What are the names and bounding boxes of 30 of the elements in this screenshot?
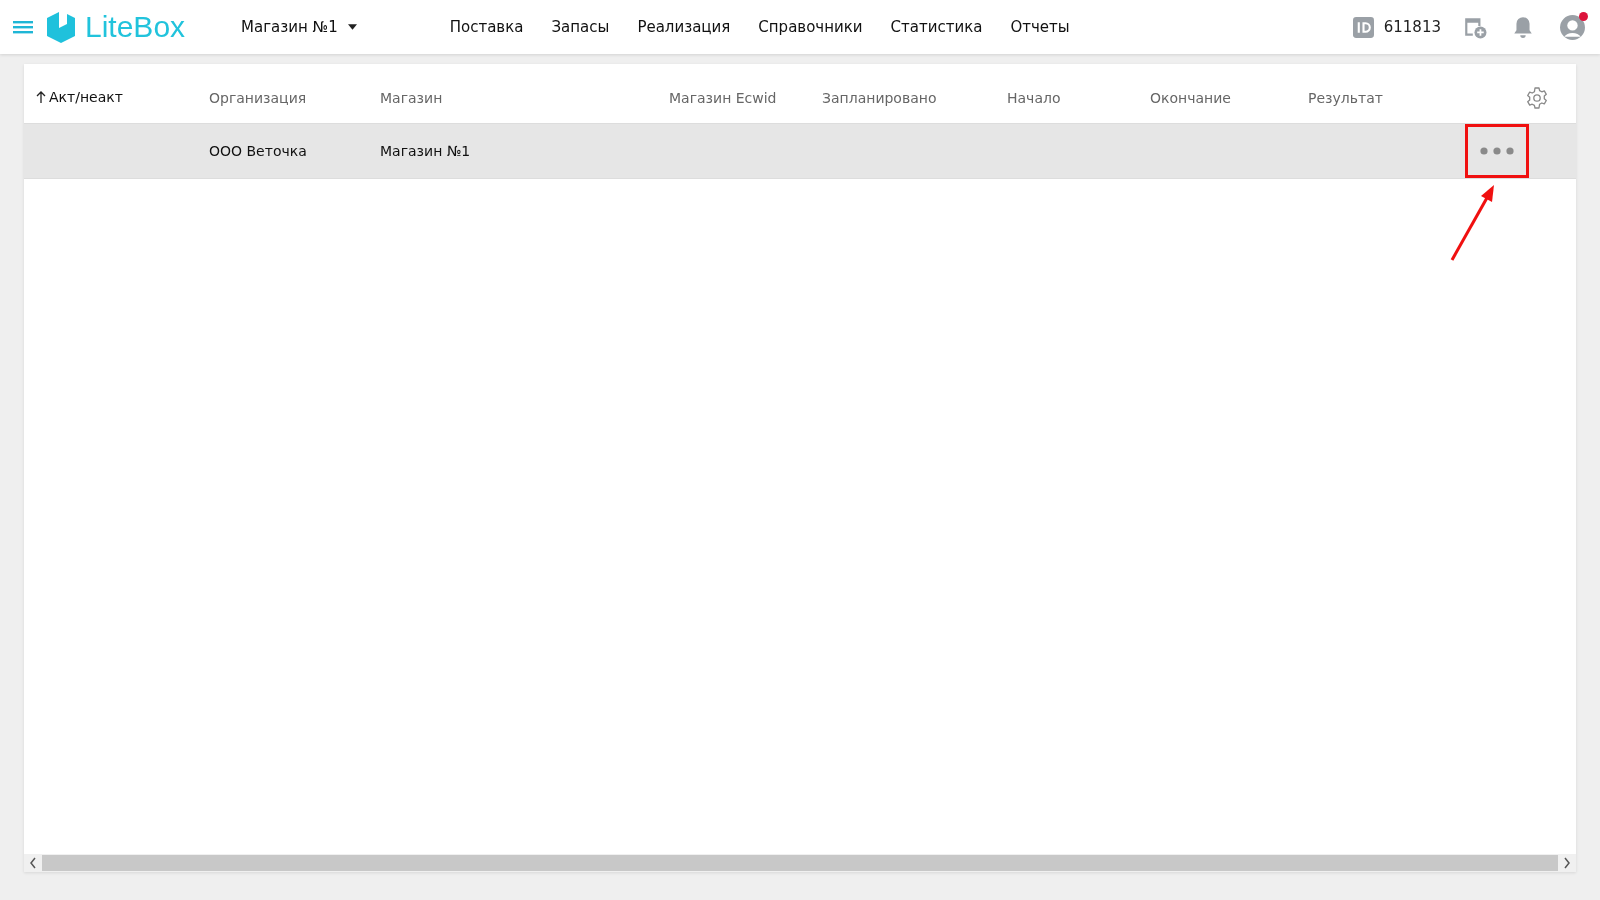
caret-icon bbox=[347, 24, 357, 30]
horizontal-scrollbar[interactable] bbox=[24, 854, 1576, 872]
account-id: 611813 bbox=[1383, 18, 1441, 36]
store-selector[interactable]: Магазин №1 bbox=[241, 18, 357, 36]
table-cell: Магазин №1 bbox=[380, 143, 471, 159]
nav-link[interactable]: Отчеты bbox=[1010, 18, 1070, 36]
column-header[interactable]: Акт/неакт bbox=[36, 89, 123, 105]
nav-link[interactable]: Справочники bbox=[758, 18, 863, 36]
menu-icon[interactable] bbox=[13, 20, 33, 34]
nav-link[interactable]: Запасы bbox=[551, 18, 610, 36]
table-cell: ООО Веточка bbox=[209, 143, 307, 159]
nav-link[interactable]: Реализация bbox=[637, 18, 731, 36]
column-header[interactable]: Магазин Ecwid bbox=[669, 90, 777, 106]
nav-link[interactable]: Статистика bbox=[890, 18, 983, 36]
more-button[interactable] bbox=[1465, 124, 1529, 178]
id-icon bbox=[1352, 16, 1374, 38]
user-avatar[interactable] bbox=[1559, 13, 1586, 41]
bell-icon[interactable] bbox=[1511, 15, 1535, 39]
column-header[interactable]: Организация bbox=[209, 90, 307, 106]
column-header[interactable]: Результат bbox=[1308, 90, 1383, 106]
settings-icon[interactable] bbox=[1525, 85, 1549, 110]
nav-link[interactable]: Поставка bbox=[449, 18, 524, 36]
calendar-add-icon[interactable] bbox=[1463, 15, 1487, 39]
column-header[interactable]: Запланировано bbox=[822, 90, 937, 106]
sort-arrow-icon bbox=[36, 91, 46, 103]
column-header[interactable]: Окончание bbox=[1150, 90, 1231, 106]
column-header[interactable]: Начало bbox=[1007, 90, 1061, 106]
cube-logo-icon bbox=[45, 10, 77, 44]
column-header[interactable]: Магазин bbox=[380, 90, 443, 106]
dots-icon bbox=[1480, 147, 1514, 155]
